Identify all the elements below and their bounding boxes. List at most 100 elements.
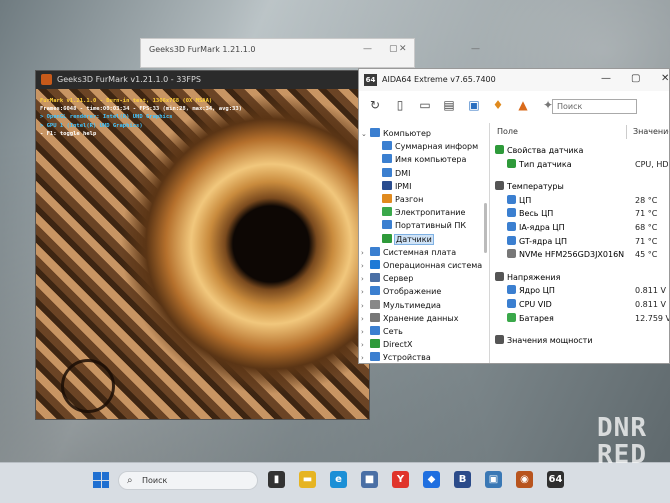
sensor-group-header[interactable]: Значения мощности — [495, 335, 593, 347]
tree-item[interactable]: Разгон — [373, 193, 423, 206]
sensor-group-header[interactable]: Температуры — [495, 181, 564, 193]
launcher-minimize-icon[interactable]: — — [363, 44, 372, 54]
expand-icon[interactable]: › — [361, 286, 370, 299]
disk-icon[interactable]: ▭ — [417, 97, 433, 113]
sensor-row[interactable]: Батарея — [507, 312, 554, 325]
yandex-browser-icon[interactable]: Y — [392, 471, 409, 488]
furmark-titlebar[interactable]: Geeks3D FurMark v1.21.1.0 - 33FPS — [36, 71, 369, 89]
microsoft-store-icon[interactable]: ■ — [361, 471, 378, 488]
file-explorer-icon[interactable]: ▬ — [299, 471, 316, 488]
tree-item[interactable]: Имя компьютера — [373, 153, 466, 166]
tree-item-label: Сервер — [383, 274, 414, 284]
report-icon[interactable]: ▯ — [392, 97, 408, 113]
sensor-label: Свойства датчика — [507, 146, 584, 155]
tree-item[interactable]: › Системная плата — [361, 246, 456, 259]
tree-item[interactable]: › Устройства — [361, 351, 431, 363]
sensor-row[interactable]: IA-ядра ЦП — [507, 222, 565, 234]
taskbar-search[interactable]: ⌕ Поиск — [118, 471, 258, 490]
tree-item[interactable]: › DirectX — [361, 338, 412, 351]
network-icon[interactable]: ▣ — [466, 97, 482, 113]
tree-item-icon — [370, 326, 380, 335]
furmark-window[interactable]: Geeks3D FurMark v1.21.1.0 - 33FPS FurMar… — [35, 70, 370, 420]
start-button[interactable] — [93, 472, 109, 488]
aida64-icon[interactable]: 64 — [547, 471, 564, 488]
sensor-row[interactable]: Весь ЦП — [507, 208, 553, 220]
sensor-group-header[interactable]: Свойства датчика — [495, 145, 583, 157]
launcher-maximize-icon[interactable]: ▢ — [389, 44, 398, 54]
memory-icon[interactable]: ▤ — [441, 97, 457, 113]
sensor-value: 71 °C — [635, 209, 658, 219]
tree-item-icon — [370, 286, 380, 296]
sensor-label: IA-ядра ЦП — [519, 223, 565, 232]
aida64-titlebar[interactable]: 64 AIDA64 Extreme v7.65.7400 — ▢ ✕ — [359, 69, 669, 91]
sensor-icon — [507, 222, 516, 231]
sensor-group-header[interactable]: Напряжения — [495, 271, 560, 284]
expand-icon[interactable]: › — [361, 273, 370, 286]
sensor-row[interactable]: NVMe HFM256GD3JX016N — [507, 249, 624, 261]
b-app-icon[interactable]: B — [454, 471, 471, 488]
stress-test-icon[interactable]: ▲ — [515, 97, 531, 113]
close-icon[interactable]: ✕ — [661, 73, 669, 84]
expand-icon[interactable]: › — [361, 313, 370, 326]
tree-item[interactable]: DMI — [373, 167, 410, 180]
sensor-icon — [507, 208, 516, 218]
search-input[interactable]: Поиск — [552, 99, 637, 114]
task-view-icon[interactable]: ▮ — [268, 471, 285, 488]
minimize-icon[interactable]: — — [601, 73, 611, 84]
tree-item-label: Отображение — [383, 287, 442, 297]
tree-item[interactable]: Суммарная информ — [373, 140, 478, 153]
tree-item-label: DMI — [395, 168, 411, 178]
tree-item-label: DirectX — [383, 340, 413, 350]
minimize-icon[interactable]: — — [471, 44, 480, 54]
sensor-row[interactable]: Тип датчика — [507, 158, 572, 171]
maximize-icon[interactable]: ▢ — [631, 73, 640, 84]
launcher-close-icon[interactable]: ✕ — [399, 44, 407, 54]
tree-item[interactable]: Электропитание — [373, 206, 465, 219]
refresh-icon[interactable]: ↻ — [367, 97, 383, 113]
edge-icon[interactable]: e — [330, 471, 347, 488]
furmark-osd: FurMark v1.21.1.0 - Burn-in test, 1366x7… — [40, 97, 242, 138]
network-app-icon[interactable]: ▣ — [485, 471, 502, 488]
sensor-label: Значения мощности — [507, 336, 593, 346]
furmark-launcher-window[interactable]: Geeks3D FurMark 1.21.1.0 — — ▢ ✕ — [140, 38, 480, 68]
tree-item[interactable]: › Хранение данных — [361, 312, 458, 325]
expand-icon[interactable]: › — [361, 300, 370, 313]
expand-icon[interactable]: › — [361, 247, 370, 260]
tree-item-icon — [370, 299, 380, 309]
expand-icon[interactable]: › — [361, 352, 370, 363]
tree-item[interactable]: › Сервер — [361, 272, 413, 285]
tree-scrollbar[interactable] — [484, 203, 487, 253]
column-header-value[interactable]: Значение — [633, 127, 669, 136]
tree-item[interactable]: › Сеть — [361, 325, 403, 338]
sensor-icon — [495, 145, 504, 154]
tree-item[interactable]: Датчики — [373, 233, 434, 246]
tree-item-label: Мультимедиа — [383, 300, 441, 310]
furmark-icon[interactable]: ◉ — [516, 471, 533, 488]
tree-item[interactable]: Портативный ПК — [373, 219, 466, 232]
launcher-title: Geeks3D FurMark 1.21.1.0 — [149, 45, 256, 54]
navigation-tree[interactable]: ⌄ Компьютер Суммарная информ Имя компьютера… — [359, 123, 490, 363]
benchmark-icon[interactable]: ♦ — [490, 97, 506, 113]
tree-item[interactable]: IPMI — [373, 180, 411, 193]
sensor-row[interactable]: ЦП — [507, 194, 531, 207]
tree-item-icon — [382, 154, 392, 164]
sensor-row[interactable]: CPU VID — [507, 299, 552, 311]
expand-icon[interactable]: › — [361, 260, 370, 273]
tree-item-icon — [370, 260, 380, 269]
collapse-icon[interactable]: ⌄ — [361, 128, 370, 141]
expand-icon[interactable]: › — [361, 326, 370, 339]
tree-item[interactable]: ⌄ Компьютер — [361, 127, 431, 140]
tree-item[interactable]: › Отображение — [361, 285, 441, 298]
tree-item-label: Портативный ПК — [395, 221, 467, 231]
sensor-row[interactable]: GT-ядра ЦП — [507, 235, 567, 248]
tree-item[interactable]: › Операционная система — [361, 259, 482, 272]
column-header-field[interactable]: Поле — [497, 127, 518, 136]
tree-item-icon — [370, 273, 380, 283]
aida64-window[interactable]: 64 AIDA64 Extreme v7.65.7400 — ▢ ✕ ↻ ▯ ▭… — [358, 68, 670, 364]
tree-item[interactable]: › Мультимедиа — [361, 299, 441, 312]
taskbar: ⌕ Поиск ▮ ▬ e ■ Y ◆ B ▣ ◉ 64 — [0, 462, 670, 503]
dropbox-icon[interactable]: ◆ — [423, 471, 440, 488]
sensor-row[interactable]: Ядро ЦП — [507, 285, 555, 297]
column-divider[interactable] — [626, 125, 627, 139]
expand-icon[interactable]: › — [361, 339, 370, 352]
